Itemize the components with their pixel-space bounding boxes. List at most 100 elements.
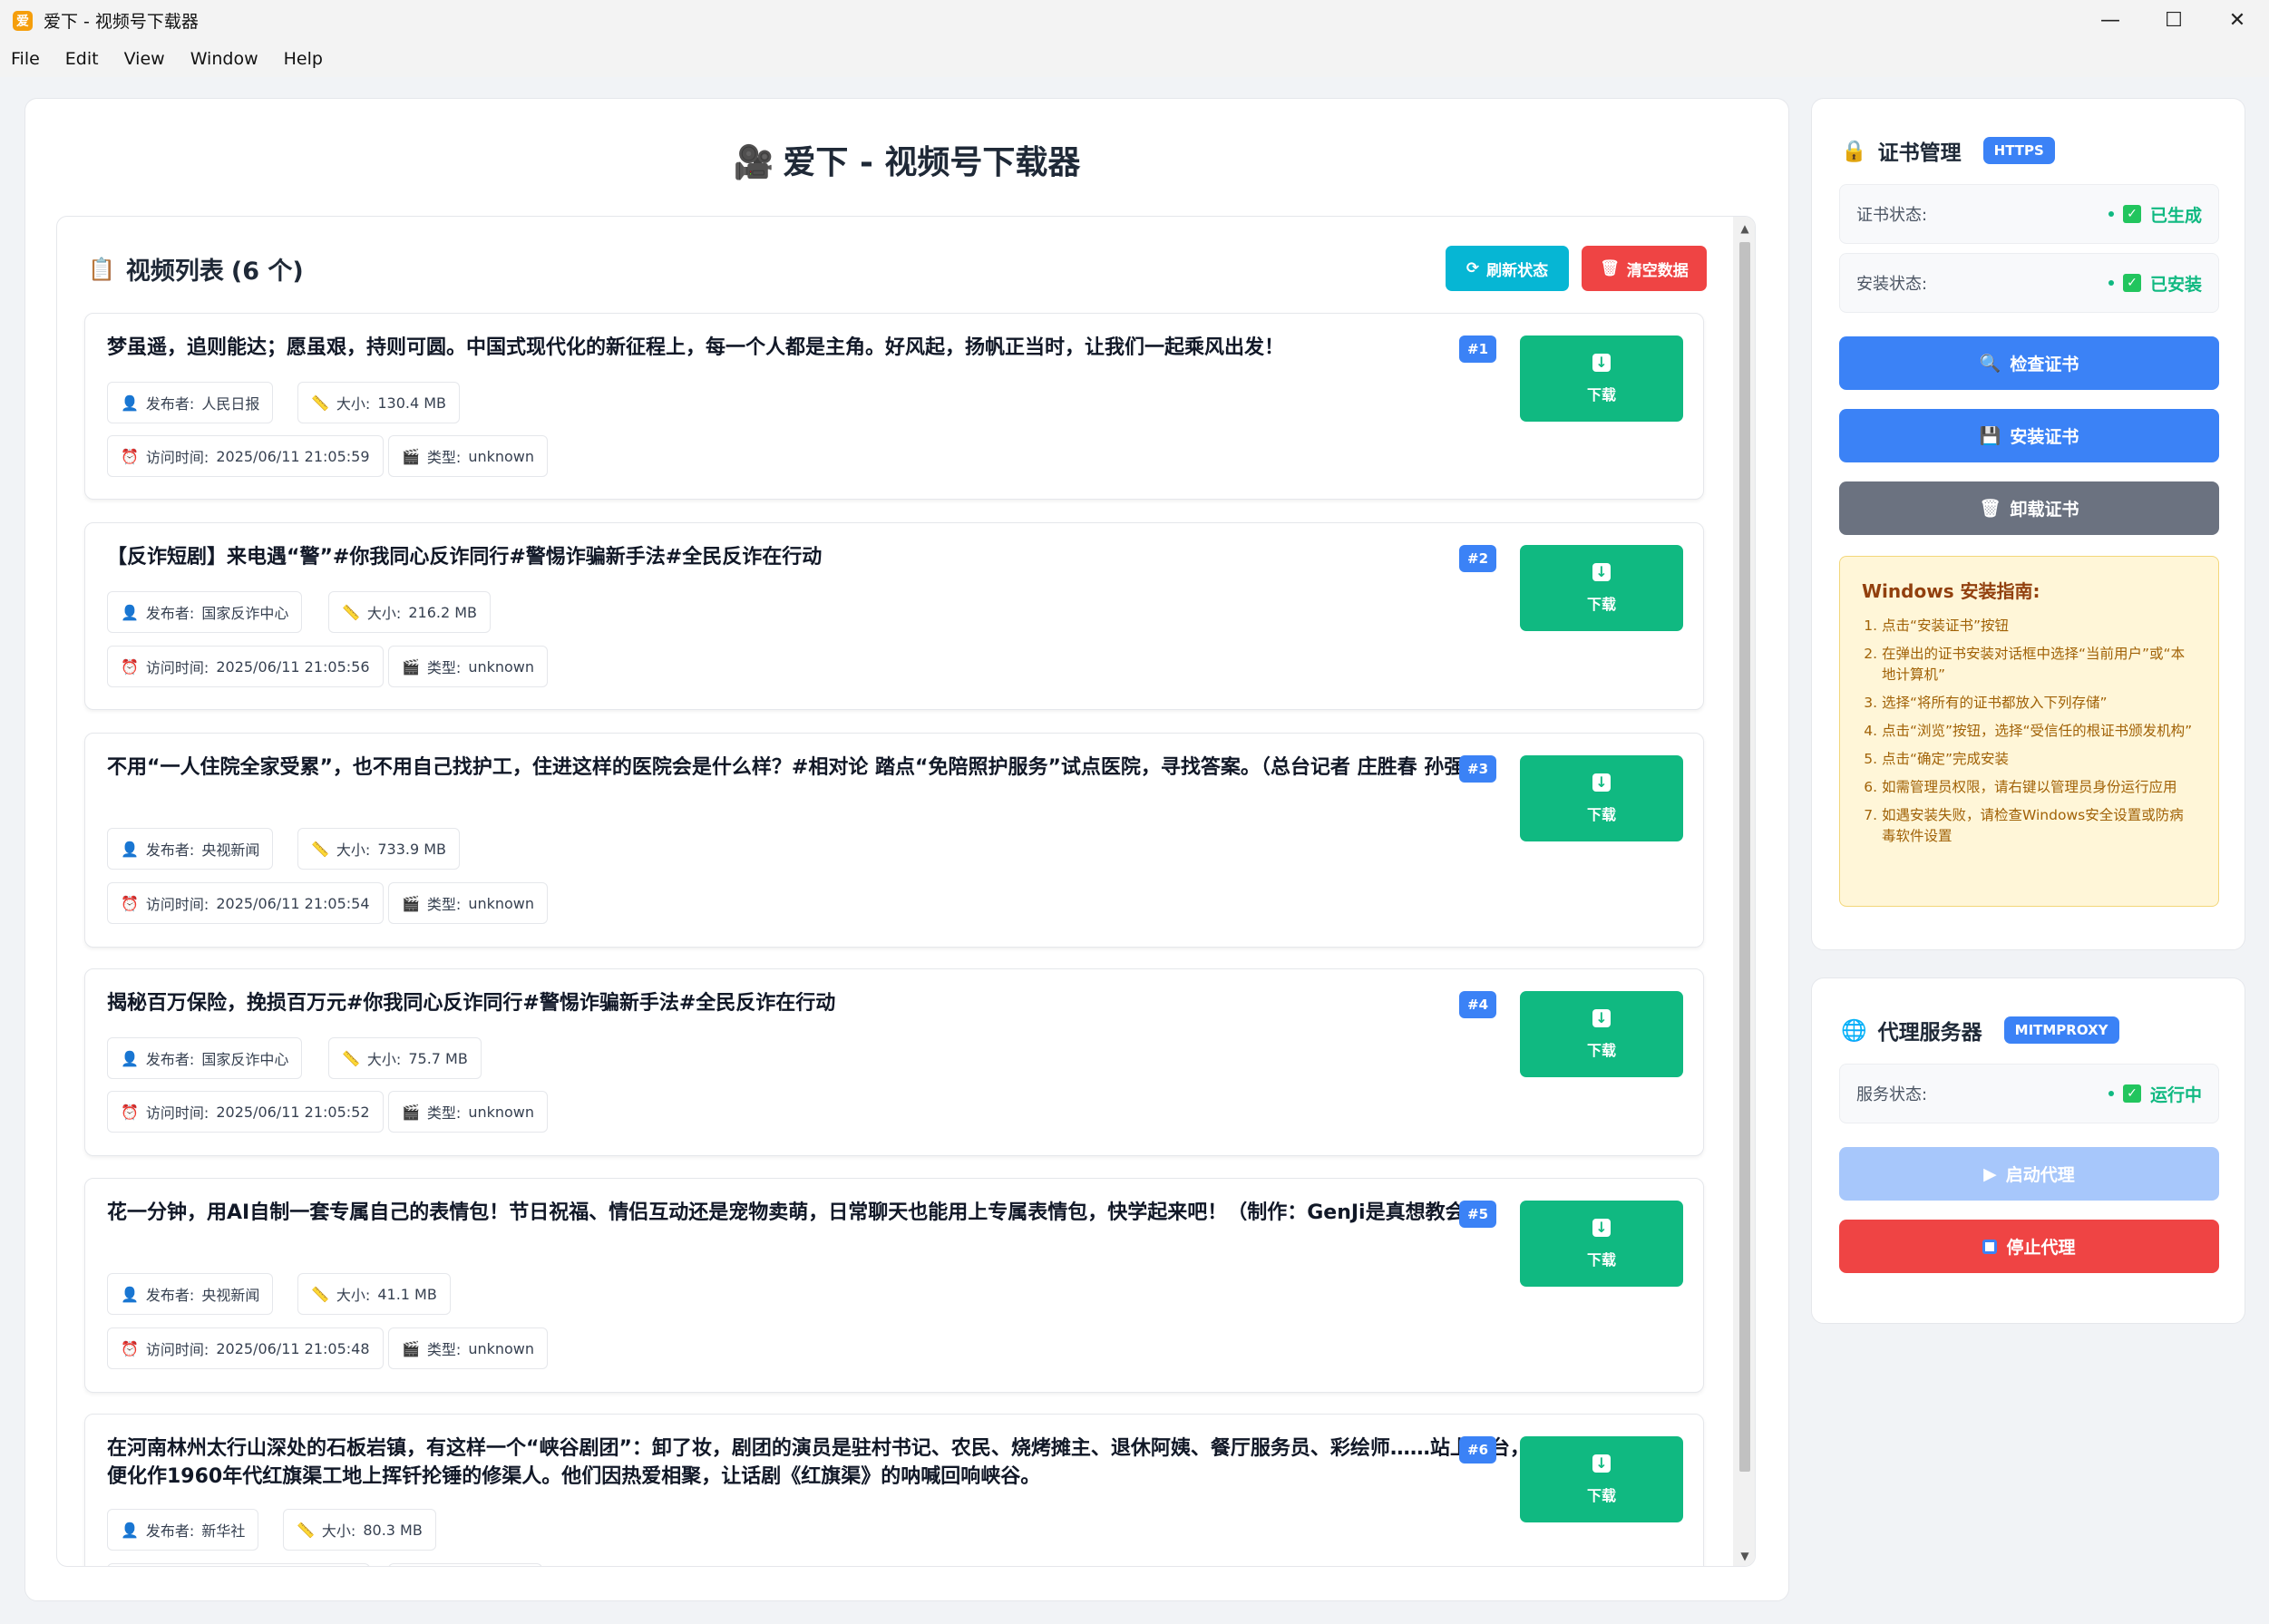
download-button[interactable]: ↓ 下载 [1520,335,1683,422]
maximize-button[interactable]: ☐ [2142,0,2206,41]
video-item: 花一分钟，用AI自制一套专属自己的表情包！节日祝福、情侣互动还是宠物卖萌，日常聊… [84,1178,1704,1393]
publisher-tag: 👤 发布者: 央视新闻 [107,828,274,870]
publisher-value: 央视新闻 [201,841,260,859]
menu-window[interactable]: Window [189,45,260,73]
menu-help[interactable]: Help [282,45,325,73]
service-status-row: 服务状态: ✓ 运行中 [1839,1064,2219,1123]
video-list-scrollbar[interactable]: ▲ ▼ [1733,217,1755,1566]
stop-proxy-button[interactable]: 停止代理 [1839,1220,2219,1273]
uninstall-certificate-label: 卸载证书 [2010,500,2079,520]
ruler-icon: 📏 [311,394,329,412]
size-prefix: 大小: [336,841,371,859]
access-time-tag: ⏰ 访问时间: 2025/06/11 21:05:48 [107,1327,384,1369]
check-icon: ✓ [2122,205,2141,223]
video-title: 梦虽遥，追则能达；愿虽艰，持则可圆。中国式现代化的新征程上，每一个人都是主角。好… [107,336,1285,359]
video-title: 【反诈短剧】来电遇“警”#你我同心反诈同行#警惕诈骗新手法#全民反诈在行动 [107,546,823,569]
stop-icon [1982,1239,1998,1254]
publisher-value: 国家反诈中心 [201,1051,289,1068]
download-label: 下载 [1586,595,1616,613]
alarm-clock-icon: ⏰ [121,447,139,465]
access-time-tag: ⏰ 访问时间: 2025/06/11 21:05:52 [107,1091,384,1133]
publisher-tag: 👤 发布者: 新华社 [107,1509,259,1551]
refresh-status-button[interactable]: ⟳ 刷新状态 [1446,246,1569,291]
publisher-tag: 👤 发布者: 国家反诈中心 [107,1037,303,1079]
close-button[interactable]: ✕ [2206,0,2269,41]
uninstall-certificate-button[interactable]: 🗑 卸载证书 [1839,481,2219,535]
access-time-prefix: 访问时间: [145,659,209,676]
access-time-tag: ⏰ 访问时间: 2025/06/11 21:05:56 [107,646,384,687]
ruler-icon: 📏 [297,1521,315,1539]
certificate-title: 证书管理 [1877,141,1962,165]
video-item: 梦虽遥，追则能达；愿虽艰，持则可圆。中国式现代化的新征程上，每一个人都是主角。好… [84,313,1704,500]
access-time-tag: ⏰ 访问时间: 2025/06/11 21:05:59 [107,435,384,477]
certificate-card-title: 🔒 证书管理 HTTPS [1841,135,2055,166]
magnifier-icon: 🔍 [1979,354,2001,374]
video-number-badge: #6 [1459,1436,1497,1464]
size-value: 216.2 MB [408,603,477,621]
video-number-badge: #3 [1459,755,1497,783]
user-icon: 👤 [121,840,139,858]
page-title: 🎥 爱下 - 视频号下载器 [0,136,1814,183]
cert-status-text: 已生成 [2149,205,2202,226]
stop-proxy-label: 停止代理 [2006,1238,2076,1258]
menu-file[interactable]: File [9,45,42,73]
download-button[interactable]: ↓ 下载 [1520,991,1683,1077]
scroll-up-arrow-icon[interactable]: ▲ [1738,222,1751,235]
download-label: 下载 [1586,1250,1616,1269]
menu-view[interactable]: View [122,45,167,73]
check-certificate-button[interactable]: 🔍 检查证书 [1839,336,2219,390]
minimize-button[interactable]: — [2079,0,2142,41]
video-title: 揭秘百万保险，挽损百万元#你我同心反诈同行#警惕诈骗新手法#全民反诈在行动 [107,992,836,1015]
scroll-down-arrow-icon[interactable]: ▼ [1738,1550,1751,1562]
clear-data-button[interactable]: 🗑 清空数据 [1582,246,1707,291]
scroll-thumb[interactable] [1739,242,1750,1472]
type-prefix: 类型: [426,449,462,466]
size-prefix: 大小: [336,1287,371,1304]
video-item: 揭秘百万保险，挽损百万元#你我同心反诈同行#警惕诈骗新手法#全民反诈在行动 #4… [84,968,1704,1156]
type-prefix: 类型: [426,1104,462,1122]
download-button[interactable]: ↓ 下载 [1520,1436,1683,1522]
check-certificate-label: 检查证书 [2010,355,2079,374]
guide-title: Windows 安装指南: [1862,580,2040,602]
video-list-header: 📋 视频列表 (6 个) [88,251,304,287]
type-tag: 🎬 类型: unknown [388,435,549,477]
size-prefix: 大小: [366,605,402,622]
guide-step: 点击“确定”完成安装 [1882,749,2196,770]
video-list-card: 📋 视频列表 (6 个) ⟳ 刷新状态 🗑 清空数据 梦虽遥，追则能达；愿虽艰，… [56,216,1756,1567]
download-arrow-icon: ↓ [1592,1218,1611,1237]
mitmproxy-badge: MITMPROXY [2003,1016,2119,1044]
alarm-clock-icon: ⏰ [121,894,139,912]
download-button[interactable]: ↓ 下载 [1520,545,1683,631]
type-prefix: 类型: [426,896,462,913]
user-icon: 👤 [121,1049,139,1067]
page-title-text: 爱下 - 视频号下载器 [783,144,1081,181]
clapperboard-icon: 🎬 [402,447,420,465]
video-list-title: 视频列表 [125,258,224,286]
publisher-prefix: 发布者: [145,395,195,413]
user-icon: 👤 [121,1521,139,1539]
download-arrow-icon: ↓ [1592,562,1611,581]
certificate-card: 🔒 证书管理 HTTPS 证书状态: ✓ 已生成 安装状态: ✓ 已安装 🔍 检… [1811,98,2245,950]
alarm-clock-icon: ⏰ [121,657,139,676]
menu-edit[interactable]: Edit [63,45,101,73]
video-number-badge: #1 [1459,335,1497,363]
install-icon: 💾 [1979,426,2001,446]
menu-bar: File Edit View Window Help [0,41,2269,77]
video-item: 在河南林州太行山深处的石板岩镇，有这样一个“峡谷剧团”：卸了妆，剧团的演员是驻村… [84,1414,1704,1566]
size-tag: 📏 大小: 130.4 MB [297,382,460,423]
type-value: unknown [468,894,535,912]
download-button[interactable]: ↓ 下载 [1520,1201,1683,1287]
type-tag: 🎬 类型: unknown [388,1091,549,1133]
clear-data-label: 清空数据 [1626,261,1689,280]
type-prefix: 类型: [426,1341,462,1358]
ruler-icon: 📏 [311,840,329,858]
download-button[interactable]: ↓ 下载 [1520,755,1683,841]
size-value: 75.7 MB [408,1049,468,1067]
proxy-card-title: 🌐 代理服务器 MITMPROXY [1841,1015,2119,1045]
video-title: 不用“一人住院全家受累”，也不用自己找护工，住进这样的医院会是什么样？#相对论 … [107,756,1485,779]
publisher-value: 央视新闻 [201,1287,260,1304]
guide-step: 点击“安装证书”按钮 [1882,616,2196,637]
start-proxy-button[interactable]: ▶ 启动代理 [1839,1147,2219,1201]
install-certificate-button[interactable]: 💾 安装证书 [1839,409,2219,462]
video-item: 不用“一人住院全家受累”，也不用自己找护工，住进这样的医院会是什么样？#相对论 … [84,733,1704,948]
